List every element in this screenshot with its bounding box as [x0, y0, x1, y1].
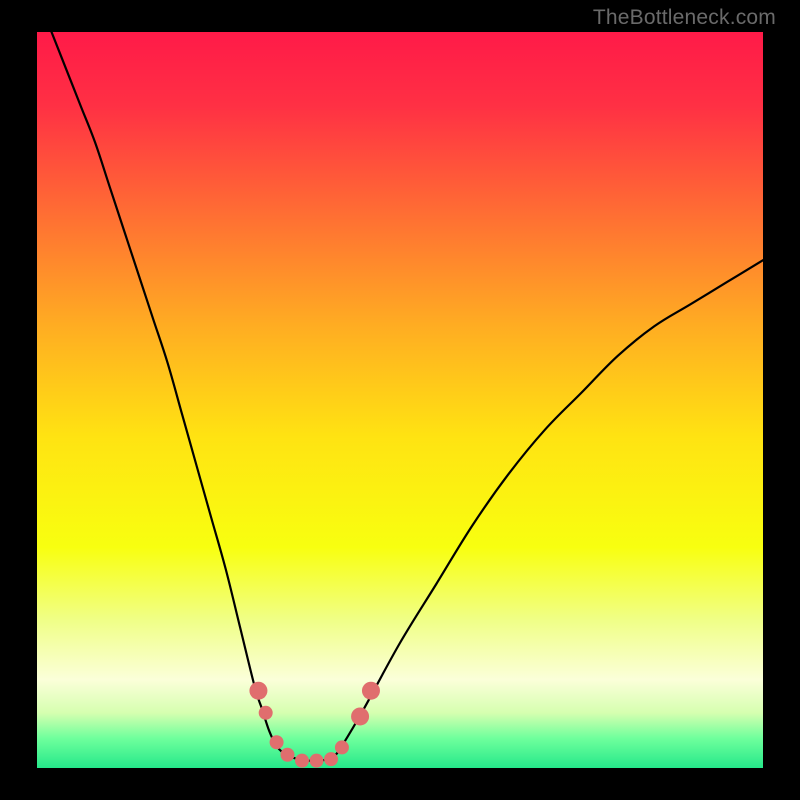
marker-point: [280, 748, 294, 762]
marker-point: [362, 682, 380, 700]
marker-point: [295, 754, 309, 768]
plot-area: [37, 32, 763, 768]
marker-point: [335, 740, 349, 754]
gradient-background: [37, 32, 763, 768]
marker-point: [259, 706, 273, 720]
marker-point: [310, 754, 324, 768]
marker-point: [249, 682, 267, 700]
chart-frame: TheBottleneck.com: [0, 0, 800, 800]
marker-point: [270, 735, 284, 749]
chart-svg: [37, 32, 763, 768]
marker-point: [351, 707, 369, 725]
watermark-text: TheBottleneck.com: [593, 6, 776, 30]
marker-point: [324, 752, 338, 766]
